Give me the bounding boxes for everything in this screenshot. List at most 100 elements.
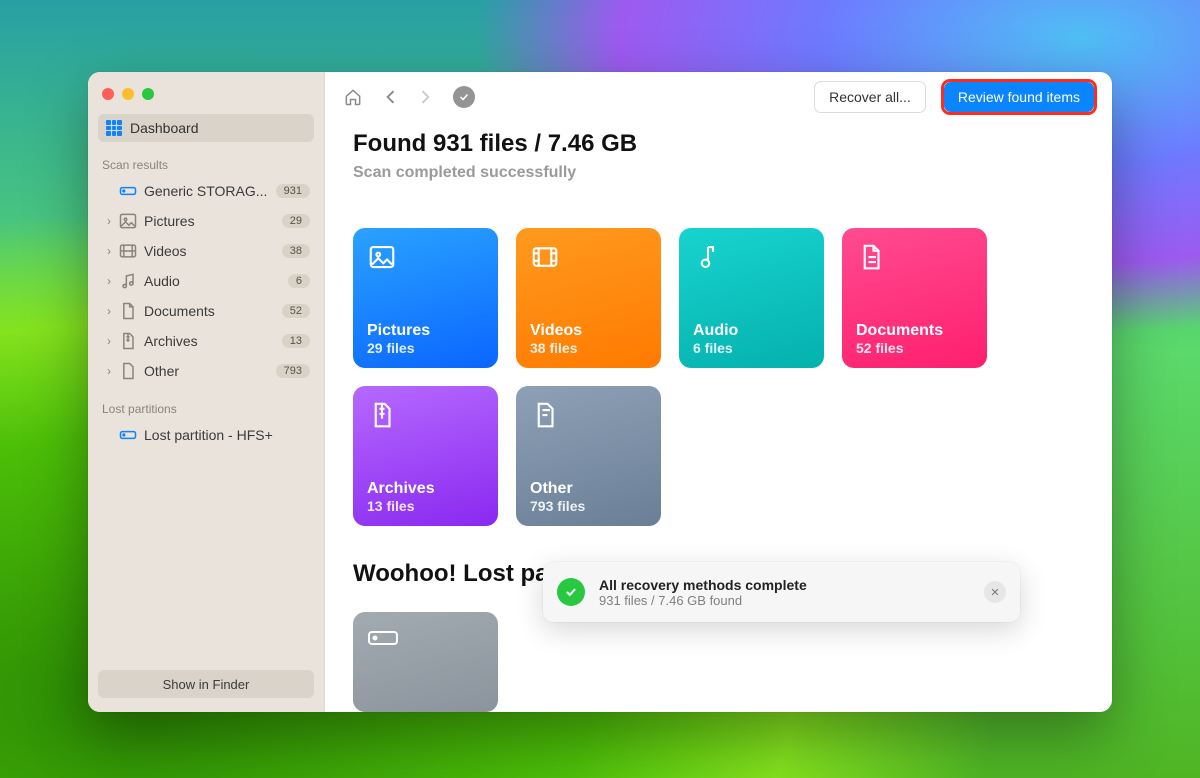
check-icon: [458, 91, 470, 103]
close-icon: [990, 587, 1000, 597]
sidebar-item-label: Archives: [144, 333, 282, 349]
count-badge: 13: [282, 334, 310, 348]
content-area: Found 931 files / 7.46 GB Scan completed…: [325, 122, 1112, 712]
sidebar-item-dashboard[interactable]: Dashboard: [98, 114, 314, 142]
chevron-right-icon: ›: [102, 364, 116, 378]
home-button[interactable]: [343, 87, 363, 107]
sidebar-item-documents[interactable]: › Documents 52: [88, 296, 324, 326]
card-title: Audio: [693, 322, 810, 340]
document-icon: [118, 301, 138, 321]
card-subtitle: 29 files: [367, 340, 484, 356]
card-title: Videos: [530, 322, 647, 340]
results-subheadline: Scan completed successfully: [353, 164, 1084, 182]
card-title: Documents: [856, 322, 973, 340]
card-title: Pictures: [367, 322, 484, 340]
card-other[interactable]: Other 793 files: [516, 386, 661, 526]
count-badge: 29: [282, 214, 310, 228]
picture-icon: [367, 242, 484, 276]
sidebar-section-scan-results: Scan results: [88, 142, 324, 176]
card-title: Archives: [367, 480, 484, 498]
count-badge: 931: [276, 184, 310, 198]
chevron-right-icon: ›: [102, 334, 116, 348]
chevron-right-icon: ›: [102, 244, 116, 258]
sidebar-item-other[interactable]: › Other 793: [88, 356, 324, 386]
dashboard-grid-icon: [106, 120, 122, 136]
recover-all-button[interactable]: Recover all...: [814, 81, 926, 113]
audio-icon: [693, 242, 810, 276]
document-icon: [856, 242, 973, 276]
toast-text: All recovery methods complete 931 files …: [599, 577, 807, 608]
card-subtitle: 52 files: [856, 340, 973, 356]
count-badge: 793: [276, 364, 310, 378]
sidebar-item-label: Lost partition - HFS+: [144, 427, 310, 443]
video-icon: [118, 241, 138, 261]
show-in-finder-button[interactable]: Show in Finder: [98, 670, 314, 698]
audio-icon: [118, 271, 138, 291]
scan-complete-indicator[interactable]: [453, 86, 475, 108]
card-videos[interactable]: Videos 38 files: [516, 228, 661, 368]
desktop-background: Dashboard Scan results Generic STORAG...…: [0, 0, 1200, 778]
video-icon: [530, 242, 647, 276]
chevron-right-icon: [415, 87, 435, 107]
card-lost-partition[interactable]: [353, 612, 498, 712]
sidebar-item-label: Generic STORAG...: [144, 183, 276, 199]
results-headline: Found 931 files / 7.46 GB: [353, 130, 1084, 158]
chevron-left-icon: [381, 87, 401, 107]
count-badge: 52: [282, 304, 310, 318]
minimize-window-button[interactable]: [122, 88, 134, 100]
card-subtitle: 38 files: [530, 340, 647, 356]
sidebar-item-label: Documents: [144, 303, 282, 319]
review-found-items-button[interactable]: Review found items: [944, 82, 1094, 112]
sidebar-item-lost-partition[interactable]: Lost partition - HFS+: [88, 420, 324, 450]
card-documents[interactable]: Documents 52 files: [842, 228, 987, 368]
picture-icon: [118, 211, 138, 231]
card-subtitle: 13 files: [367, 498, 484, 514]
sidebar-section-lost-partitions: Lost partitions: [88, 386, 324, 420]
disk-icon: [367, 626, 399, 655]
toast-subtitle: 931 files / 7.46 GB found: [599, 593, 807, 608]
nav-buttons: [381, 87, 435, 107]
app-window: Dashboard Scan results Generic STORAG...…: [88, 72, 1112, 712]
file-icon: [118, 361, 138, 381]
card-subtitle: 6 files: [693, 340, 810, 356]
archive-icon: [367, 400, 484, 434]
back-button[interactable]: [381, 87, 401, 107]
count-badge: 38: [282, 244, 310, 258]
archive-icon: [118, 331, 138, 351]
card-subtitle: 793 files: [530, 498, 647, 514]
sidebar-item-archives[interactable]: › Archives 13: [88, 326, 324, 356]
dashboard-label: Dashboard: [130, 120, 199, 136]
completion-toast: All recovery methods complete 931 files …: [543, 562, 1020, 622]
window-controls: [88, 82, 324, 114]
annotation-highlight: Review found items: [944, 82, 1094, 112]
success-check-icon: [557, 578, 585, 606]
main-panel: Recover all... Review found items Found …: [325, 72, 1112, 712]
chevron-right-icon: ›: [102, 274, 116, 288]
close-window-button[interactable]: [102, 88, 114, 100]
sidebar-item-label: Pictures: [144, 213, 282, 229]
file-icon: [530, 400, 647, 434]
toolbar: Recover all... Review found items: [325, 72, 1112, 122]
sidebar-item-audio[interactable]: › Audio 6: [88, 266, 324, 296]
sidebar-item-pictures[interactable]: › Pictures 29: [88, 206, 324, 236]
forward-button[interactable]: [415, 87, 435, 107]
card-archives[interactable]: Archives 13 files: [353, 386, 498, 526]
chevron-right-icon: ›: [102, 304, 116, 318]
disk-icon: [118, 425, 138, 445]
sidebar-item-storage[interactable]: Generic STORAG... 931: [88, 176, 324, 206]
sidebar-item-label: Videos: [144, 243, 282, 259]
card-audio[interactable]: Audio 6 files: [679, 228, 824, 368]
sidebar: Dashboard Scan results Generic STORAG...…: [88, 72, 325, 712]
toast-title: All recovery methods complete: [599, 577, 807, 593]
card-pictures[interactable]: Pictures 29 files: [353, 228, 498, 368]
category-cards: Pictures 29 files Videos 38 files Audio …: [353, 228, 1084, 526]
toast-close-button[interactable]: [984, 581, 1006, 603]
card-title: Other: [530, 480, 647, 498]
home-icon: [343, 87, 363, 107]
disk-icon: [118, 181, 138, 201]
count-badge: 6: [288, 274, 310, 288]
sidebar-item-label: Audio: [144, 273, 288, 289]
sidebar-item-videos[interactable]: › Videos 38: [88, 236, 324, 266]
chevron-right-icon: ›: [102, 214, 116, 228]
maximize-window-button[interactable]: [142, 88, 154, 100]
